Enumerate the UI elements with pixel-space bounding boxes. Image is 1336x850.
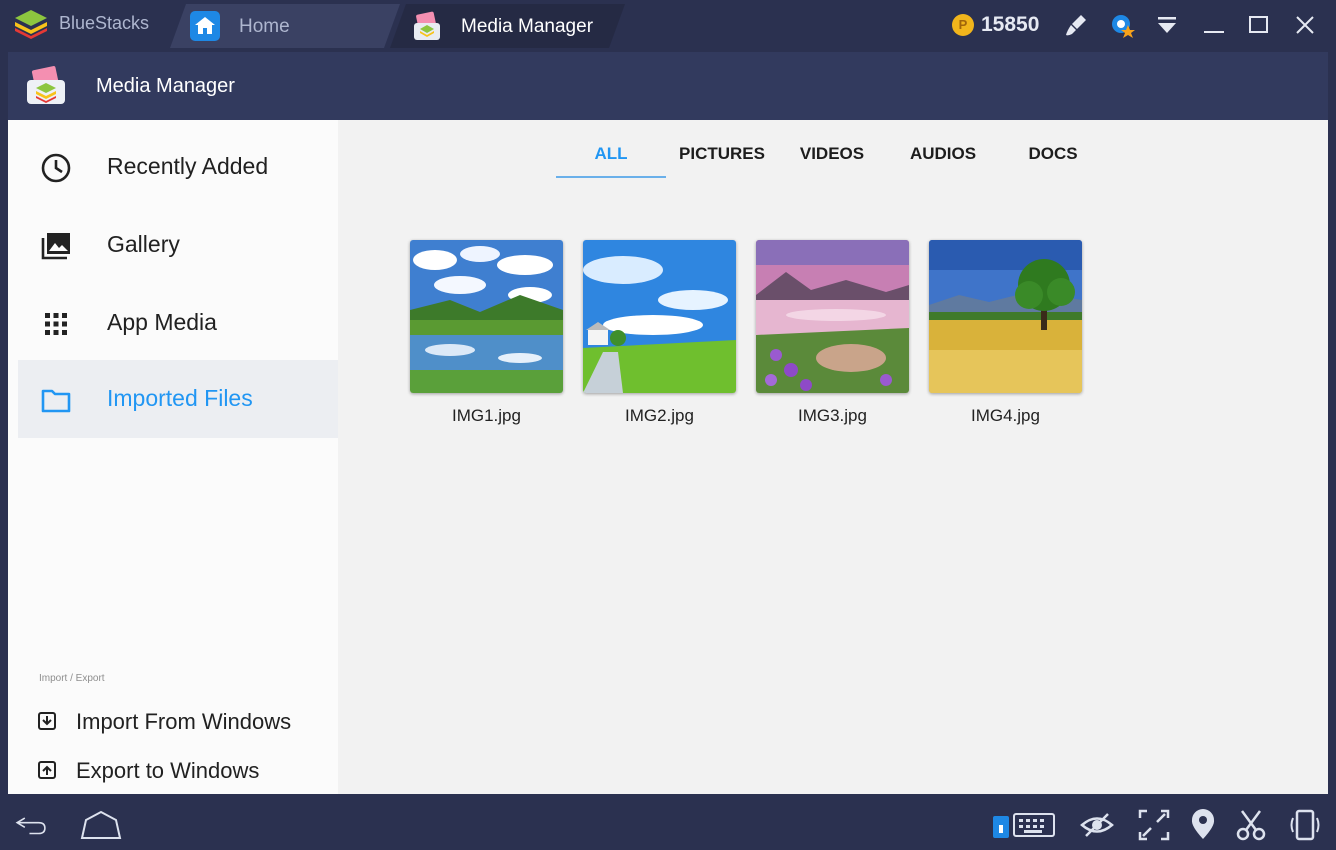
file-thumbnail — [756, 240, 909, 393]
tab-videos[interactable]: VIDEOS — [777, 144, 887, 178]
folder-icon — [41, 389, 71, 413]
bluestacks-logo-icon — [15, 10, 47, 39]
sidebar-item-label: Gallery — [107, 231, 180, 257]
sidebar-item-imported-files[interactable]: Imported Files — [18, 360, 338, 438]
brand-name: BlueStacks — [59, 13, 150, 33]
sidebar: Recently Added Gallery App Media Importe… — [8, 120, 338, 794]
keyboard-icon[interactable] — [992, 808, 1058, 842]
tab-audios[interactable]: AUDIOS — [888, 144, 998, 178]
tab-pictures[interactable]: PICTURES — [667, 144, 777, 178]
import-icon — [38, 712, 56, 730]
gallery-icon — [41, 233, 70, 260]
file-tile-img2[interactable]: IMG2.jpg — [583, 240, 736, 430]
tab-docs[interactable]: DOCS — [998, 144, 1108, 178]
tab-all[interactable]: ALL — [556, 144, 666, 178]
active-tab-indicator — [556, 176, 666, 178]
coin-icon[interactable]: P — [952, 14, 974, 36]
brush-icon[interactable] — [1062, 11, 1090, 39]
game-center-icon[interactable] — [1108, 11, 1136, 39]
file-thumbnail — [410, 240, 563, 393]
eye-icon[interactable] — [1080, 808, 1114, 842]
io-label: Import From Windows — [76, 709, 292, 734]
media-manager-icon — [414, 11, 440, 40]
sidebar-item-label: Recently Added — [107, 153, 269, 179]
close-icon[interactable] — [1291, 11, 1319, 39]
sidebar-item-label: Imported Files — [107, 385, 253, 411]
export-to-windows-button[interactable]: Export to Windows — [28, 751, 328, 791]
rotate-icon[interactable] — [1288, 808, 1322, 842]
sidebar-item-label: App Media — [107, 309, 217, 335]
home-icon — [190, 11, 220, 41]
sidebar-item-app-media[interactable]: App Media — [18, 284, 338, 362]
minimize-icon[interactable] — [1200, 11, 1228, 39]
main-content: ALL PICTURES VIDEOS AUDIOS DOCS IMG1.jpg — [338, 120, 1328, 794]
maximize-icon[interactable] — [1245, 11, 1273, 39]
window-title-bar: BlueStacks Home Media Manager P 15850 — [0, 0, 1336, 52]
bottom-toolbar — [0, 800, 1336, 850]
sidebar-item-recently-added[interactable]: Recently Added — [18, 128, 338, 206]
home-nav-icon[interactable] — [80, 808, 122, 842]
file-name: IMG4.jpg — [971, 406, 1040, 425]
location-icon[interactable] — [1186, 808, 1220, 842]
clock-icon — [41, 153, 71, 183]
file-tile-img1[interactable]: IMG1.jpg — [410, 240, 563, 430]
export-icon — [38, 761, 56, 779]
file-thumbnail — [929, 240, 1082, 393]
file-tile-img4[interactable]: IMG4.jpg — [929, 240, 1082, 430]
sidebar-item-gallery[interactable]: Gallery — [18, 206, 338, 284]
page-title: Media Manager — [96, 75, 235, 97]
file-name: IMG1.jpg — [452, 406, 521, 425]
section-label: Import / Export — [39, 673, 105, 684]
file-thumbnail — [583, 240, 736, 393]
tab-home-label: Home — [239, 16, 290, 37]
resize-icon[interactable] — [1137, 808, 1171, 842]
dropdown-icon[interactable] — [1153, 11, 1181, 39]
file-name: IMG2.jpg — [625, 406, 694, 425]
tab-media-manager-label: Media Manager — [461, 16, 594, 37]
app-header: Media Manager — [8, 52, 1328, 120]
tab-media-manager[interactable]: Media Manager — [390, 4, 625, 48]
file-name: IMG3.jpg — [798, 406, 867, 425]
import-from-windows-button[interactable]: Import From Windows — [28, 702, 328, 742]
io-label: Export to Windows — [76, 758, 260, 783]
file-tile-img3[interactable]: IMG3.jpg — [756, 240, 909, 430]
coin-count: 15850 — [981, 13, 1040, 36]
back-icon[interactable] — [14, 808, 48, 842]
grid-icon — [45, 313, 67, 335]
tab-home[interactable]: Home — [170, 4, 400, 48]
media-manager-app-icon — [27, 66, 65, 104]
scissors-icon[interactable] — [1234, 808, 1268, 842]
